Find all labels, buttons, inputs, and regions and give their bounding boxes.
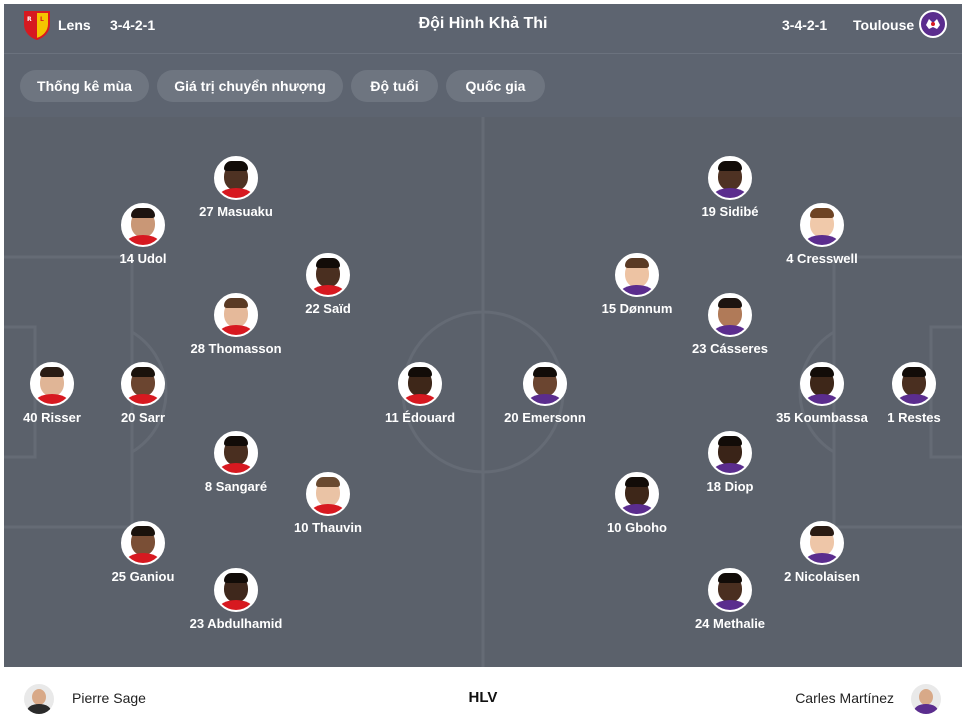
player-label: 10 Gboho — [607, 520, 667, 535]
pitch: 40 Risser 14 Udol 20 Sarr 25 Ganiou 27 M… — [4, 117, 962, 667]
player-home-11[interactable]: 11 Édouard — [360, 362, 480, 426]
player-photo — [615, 472, 659, 516]
away-coach-name[interactable]: Carles Martínez — [795, 690, 894, 706]
player-label: 20 Sarr — [120, 410, 166, 425]
player-label: 35 Koumbassa — [776, 410, 868, 425]
player-photo — [214, 156, 258, 200]
player-photo — [800, 521, 844, 565]
player-away-19[interactable]: 19 Sidibé — [670, 156, 790, 220]
player-label: 27 Masuaku — [199, 204, 273, 219]
away-formation: 3-4-2-1 — [782, 17, 828, 33]
away-team-name[interactable]: Toulouse — [853, 17, 914, 33]
chip-transfer-value[interactable]: Giá trị chuyển nhượng — [157, 70, 343, 102]
player-photo — [121, 362, 165, 406]
player-photo — [800, 203, 844, 247]
player-home-23[interactable]: 23 Abdulhamid — [176, 568, 296, 632]
svg-text:L: L — [40, 16, 44, 23]
player-photo — [708, 568, 752, 612]
chip-season-stats[interactable]: Thống kê mùa — [20, 70, 149, 102]
player-away-24[interactable]: 24 Methalie — [670, 568, 790, 632]
player-photo — [892, 362, 936, 406]
player-home-22[interactable]: 22 Saïd — [268, 253, 388, 317]
lineup-header: R L Lens 3-4-2-1 Đội Hình Khả Thi 3-4-2-… — [4, 4, 962, 53]
player-label: 11 Édouard — [384, 410, 456, 425]
player-photo — [121, 203, 165, 247]
player-photo — [708, 293, 752, 337]
player-away-15[interactable]: 15 Dønnum — [577, 253, 697, 317]
player-label: 10 Thauvin — [294, 520, 362, 535]
player-photo — [708, 156, 752, 200]
home-formation: 3-4-2-1 — [110, 17, 156, 33]
lineup-widget: R L Lens 3-4-2-1 Đội Hình Khả Thi 3-4-2-… — [0, 0, 963, 726]
home-coach-name[interactable]: Pierre Sage — [72, 690, 146, 706]
player-photo — [30, 362, 74, 406]
player-photo — [214, 568, 258, 612]
toulouse-crest-icon[interactable] — [918, 9, 948, 39]
player-photo — [121, 521, 165, 565]
home-team-name[interactable]: Lens — [58, 17, 91, 33]
player-label: 15 Dønnum — [601, 301, 673, 316]
player-photo — [214, 293, 258, 337]
player-photo — [708, 431, 752, 475]
player-label: 14 Udol — [119, 251, 167, 266]
player-photo — [615, 253, 659, 297]
chip-age[interactable]: Độ tuổi — [351, 70, 438, 102]
player-photo — [306, 253, 350, 297]
player-photo — [398, 362, 442, 406]
away-coach-avatar[interactable] — [911, 684, 941, 714]
player-label: 24 Methalie — [694, 616, 766, 631]
player-label: 4 Cresswell — [786, 251, 858, 266]
svg-text:R: R — [27, 16, 32, 23]
player-away-20[interactable]: 20 Emersonn — [485, 362, 605, 426]
stat-filter-bar: Thống kê mùa Giá trị chuyển nhượng Độ tu… — [4, 53, 962, 117]
player-home-20[interactable]: 20 Sarr — [83, 362, 203, 426]
player-label: 23 Abdulhamid — [189, 616, 283, 631]
player-label: 19 Sidibé — [701, 204, 759, 219]
player-photo — [800, 362, 844, 406]
player-home-10[interactable]: 10 Thauvin — [268, 472, 388, 536]
player-away-10[interactable]: 10 Gboho — [577, 472, 697, 536]
coach-bar: Pierre Sage HLV Carles Martínez — [4, 667, 962, 726]
chip-nationality[interactable]: Quốc gia — [446, 70, 545, 102]
player-label: 20 Emersonn — [504, 410, 586, 425]
player-label: 22 Saïd — [305, 301, 351, 316]
lens-crest-icon[interactable]: R L — [23, 10, 51, 41]
player-photo — [306, 472, 350, 516]
player-photo — [523, 362, 567, 406]
home-coach-avatar[interactable] — [24, 684, 54, 714]
player-label: 23 Cásseres — [692, 341, 768, 356]
player-photo — [214, 431, 258, 475]
player-home-27[interactable]: 27 Masuaku — [176, 156, 296, 220]
player-label: 28 Thomasson — [190, 341, 282, 356]
player-away-35[interactable]: 35 Koumbassa — [762, 362, 882, 426]
